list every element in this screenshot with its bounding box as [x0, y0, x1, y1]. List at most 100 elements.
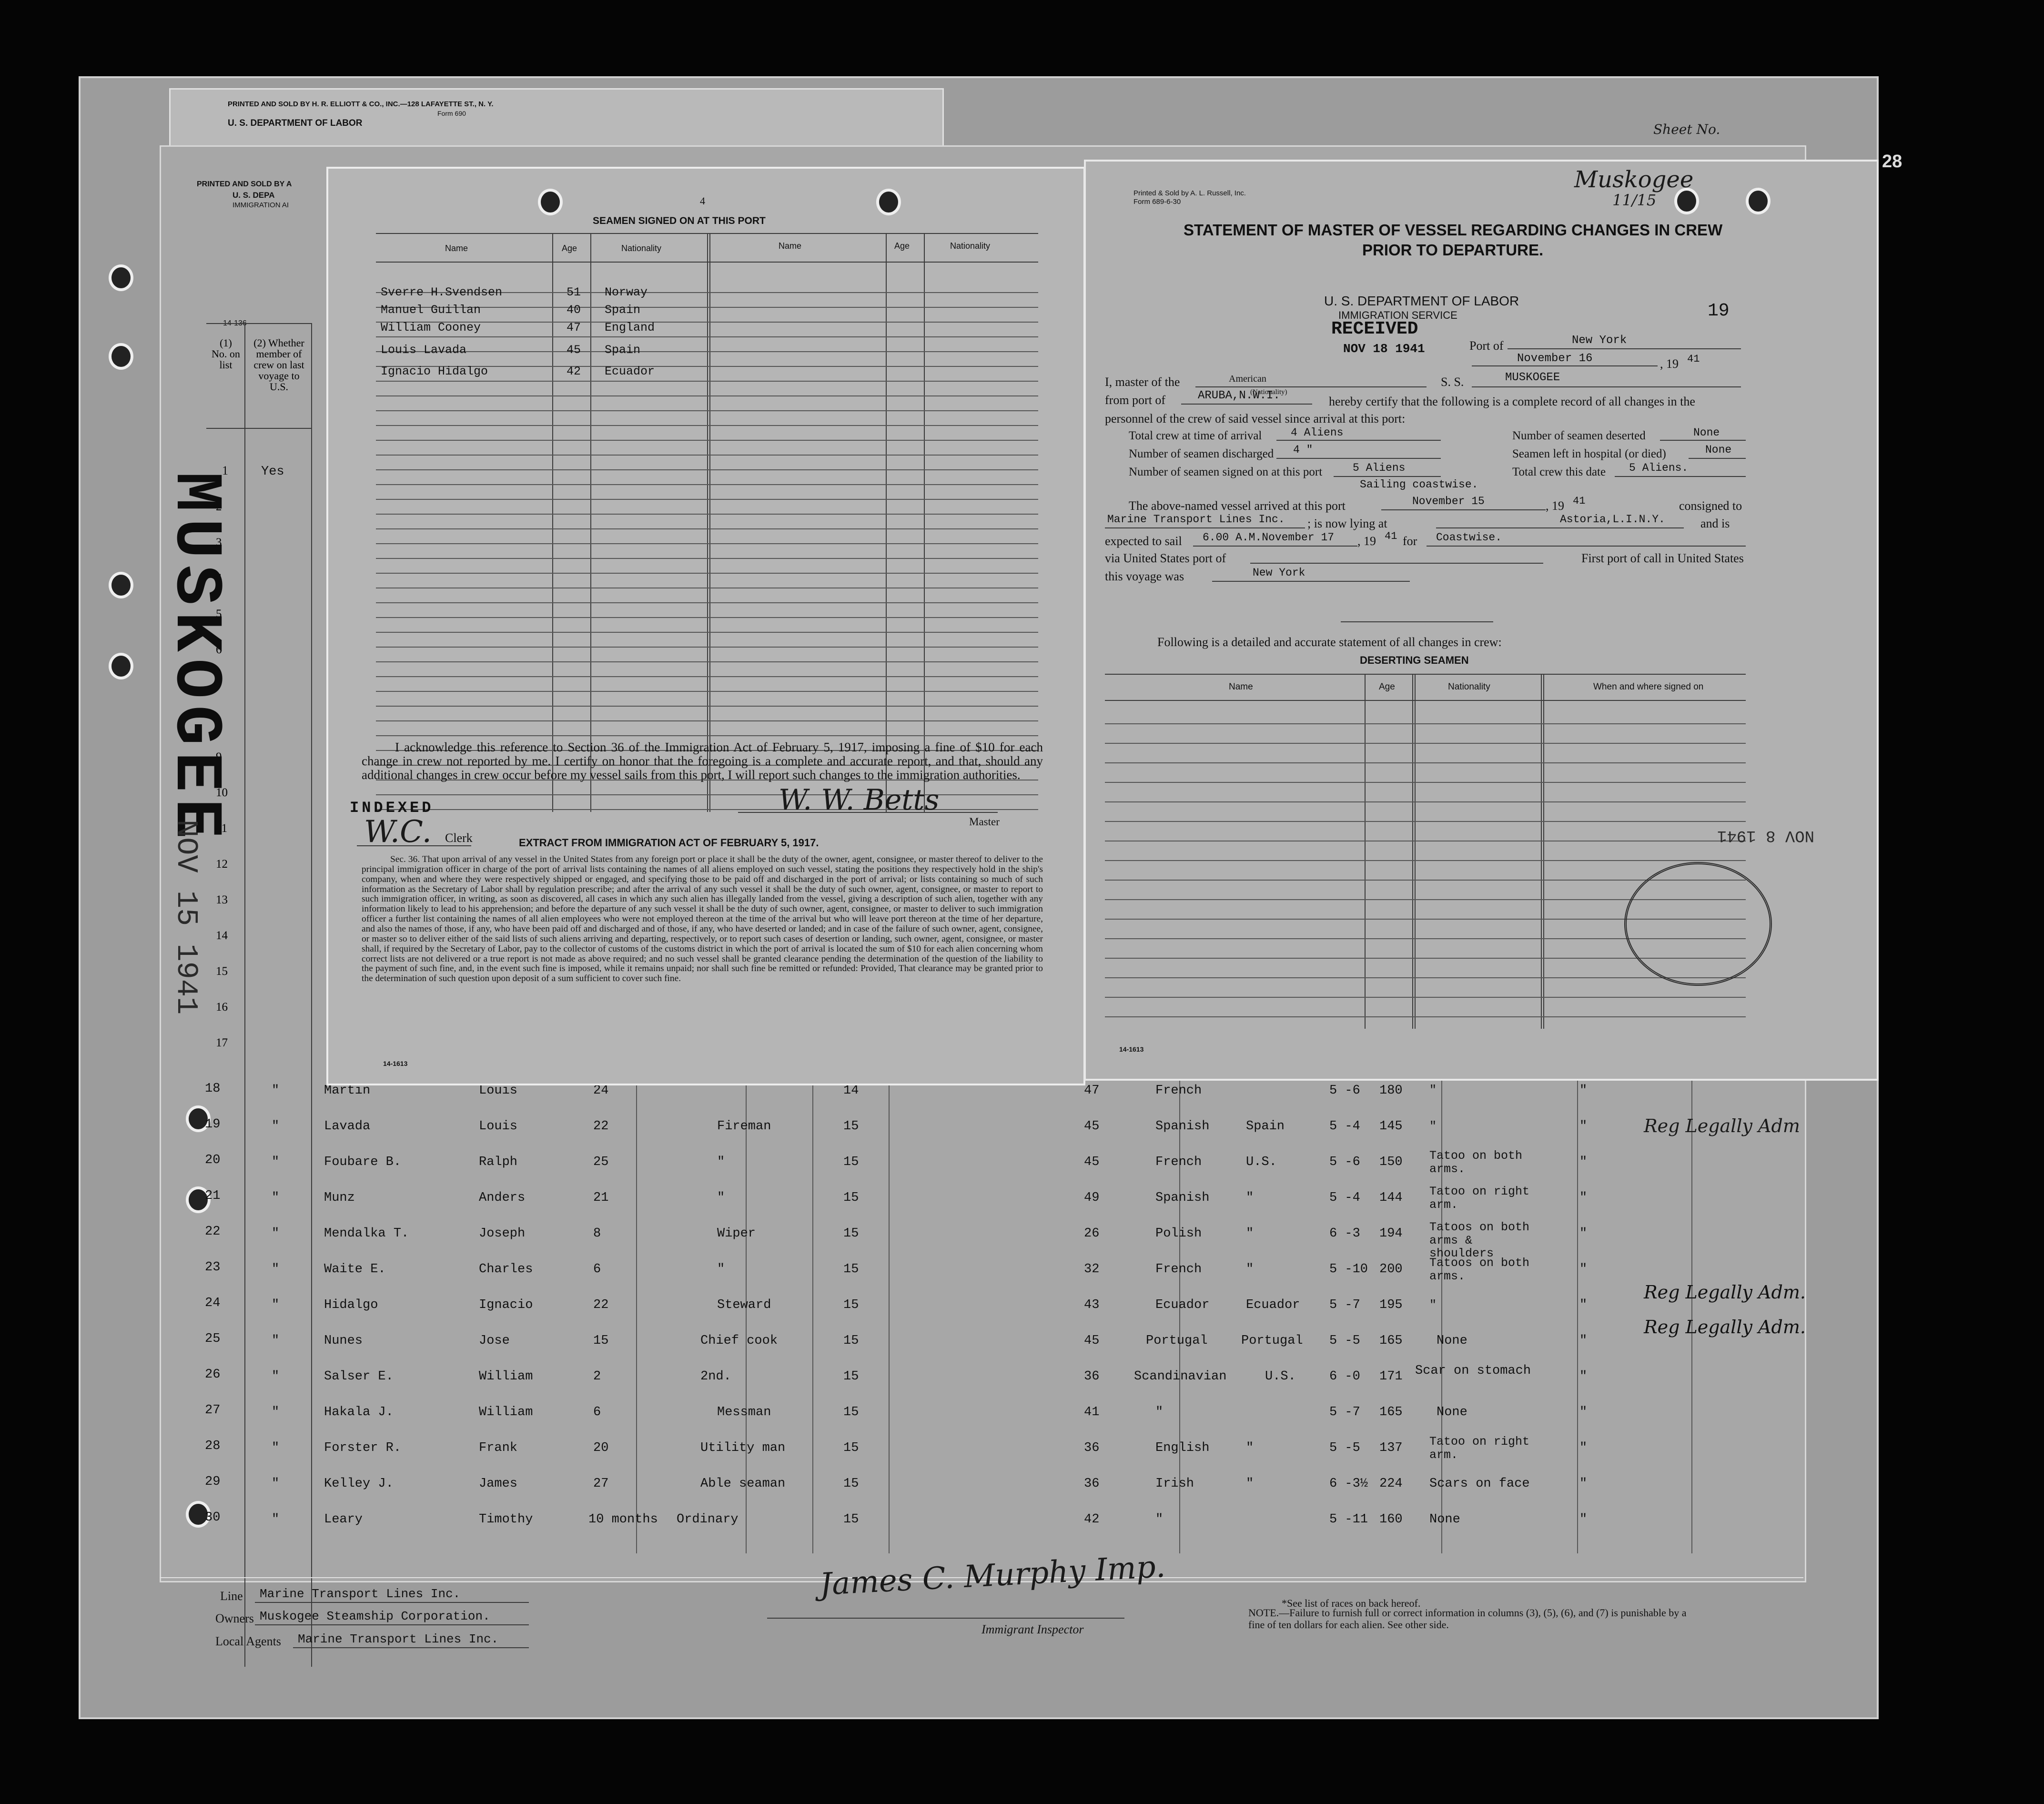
handwritten-ship: Muskogee: [1574, 166, 1694, 193]
row-years: 25: [593, 1155, 609, 1169]
inspector-label: Immigrant Inspector: [982, 1622, 1084, 1636]
acknowledgment-text: I acknowledge this reference to Section …: [362, 740, 1043, 782]
and-is-label: and is: [1700, 517, 1730, 530]
expected-label: expected to sail: [1105, 534, 1182, 548]
row-age: 26: [1084, 1226, 1100, 1241]
table-row: 26 " Salser E. William 2 2nd. 15 36 Scan…: [160, 1364, 1956, 1398]
total-date-label: Total crew this date: [1512, 466, 1606, 478]
row-weight: 194: [1379, 1226, 1403, 1241]
deserting-nationality-header: Nationality: [1448, 682, 1490, 692]
row-race: French: [1155, 1084, 1202, 1098]
row-prev-voyage: ": [272, 1405, 280, 1419]
seaman-name: Sverre H.Svendsen: [381, 285, 503, 299]
row-age: 36: [1084, 1441, 1100, 1455]
row-given-name: Louis: [479, 1119, 518, 1134]
col-nationality-header: Nationality: [950, 241, 991, 251]
extract-text: Sec. 36. That upon arrival of any vessel…: [362, 854, 1043, 984]
row-position: ": [717, 1155, 725, 1169]
row-prev-voyage: ": [272, 1262, 280, 1277]
row-height: 5 -4: [1329, 1119, 1360, 1134]
row-race: Irish: [1155, 1477, 1194, 1491]
seamen-signed-on-sheet: 4 SEAMEN SIGNED ON AT THIS PORT Name Age…: [326, 167, 1085, 1085]
row-prev-voyage: ": [272, 1298, 280, 1312]
row-surname: Mendalka T.: [324, 1226, 409, 1241]
row-age: 45: [1084, 1334, 1100, 1348]
row-month: 15: [843, 1119, 859, 1134]
row-number: 27: [205, 1403, 221, 1418]
hospital-label: Seamen left in hospital (or died): [1512, 447, 1666, 460]
row-age: 45: [1084, 1119, 1100, 1134]
row-number: 14: [216, 929, 228, 942]
row-surname: Leary: [324, 1512, 363, 1527]
row-weight: 200: [1379, 1262, 1403, 1277]
year-value: 41: [1687, 353, 1700, 365]
row-position: Able seaman: [700, 1477, 786, 1491]
row-admission-note: Reg Legally Adm.: [1644, 1282, 1806, 1303]
row-race: Scandinavian: [1134, 1369, 1227, 1384]
statement-department: U. S. DEPARTMENT OF LABOR: [1324, 294, 1519, 308]
round-stamp-date: NOV 8 1941: [1717, 826, 1815, 844]
discharged-value: 4 ": [1293, 444, 1313, 456]
row-prev-voyage: ": [272, 1477, 280, 1491]
row-number: 26: [205, 1368, 221, 1382]
row-month: 15: [843, 1512, 859, 1527]
row-month: 15: [843, 1226, 859, 1241]
row-extra: ": [1579, 1298, 1588, 1312]
row-given-name: Anders: [479, 1191, 526, 1205]
binder-hole: [109, 572, 133, 598]
row-height: 5 -5: [1329, 1441, 1360, 1455]
row-given-name: William: [479, 1369, 533, 1384]
row-weight: 137: [1379, 1441, 1403, 1455]
row1-crew-value: Yes: [261, 465, 284, 479]
row-height: 5 -7: [1329, 1405, 1360, 1419]
row-years: 24: [593, 1084, 609, 1098]
row-race: Spanish: [1155, 1191, 1210, 1205]
arrived-value: November 15: [1412, 495, 1485, 507]
row-weight: 171: [1379, 1369, 1403, 1384]
master-text: I, master of the: [1105, 375, 1180, 389]
row-prev-voyage: ": [272, 1191, 280, 1205]
row-height: 5 -4: [1329, 1191, 1360, 1205]
row-number: 25: [205, 1332, 221, 1346]
deserted-label: Number of seamen deserted: [1512, 429, 1646, 442]
row-race: ": [1155, 1512, 1164, 1527]
row-position: Wiper: [717, 1226, 756, 1241]
clerk-initials: W.C.: [364, 814, 432, 850]
row-extra: ": [1579, 1512, 1588, 1527]
row-nationality: Ecuador: [1246, 1298, 1300, 1312]
col-nationality-header: Nationality: [621, 243, 662, 253]
row-position: Utility man: [700, 1441, 786, 1455]
back-service: IMMIGRATION AI: [233, 201, 289, 209]
row-age: 32: [1084, 1262, 1100, 1277]
binder-hole: [109, 264, 133, 291]
corner-page-number: 28: [1882, 152, 1902, 172]
lying-label: ; is now lying at: [1307, 517, 1387, 530]
row-number: 30: [205, 1510, 221, 1525]
back-printer-line: PRINTED AND SOLD BY A: [197, 180, 292, 188]
row-surname: Munz: [324, 1191, 355, 1205]
statement-date: November 16: [1517, 352, 1593, 365]
first-port-label: First port of call in United States: [1581, 551, 1744, 565]
row-extra: ": [1579, 1441, 1588, 1455]
row-nationality: ": [1246, 1191, 1254, 1205]
row-race: ": [1155, 1405, 1164, 1419]
total-date-value: 5 Aliens.: [1629, 462, 1689, 474]
for-value: Coastwise.: [1436, 531, 1502, 544]
row-given-name: Louis: [479, 1084, 518, 1098]
row-extra: ": [1579, 1262, 1588, 1277]
row-given-name: William: [479, 1405, 533, 1419]
row-weight: 150: [1379, 1155, 1403, 1169]
row-marks: Scar on stomach: [1415, 1364, 1531, 1378]
deserting-age-header: Age: [1379, 682, 1395, 692]
discharged-label: Number of seamen discharged: [1129, 447, 1274, 460]
row-marks: Tatoos on both arms.: [1429, 1256, 1530, 1283]
row-height: 5 -5: [1329, 1334, 1360, 1348]
col2-header: (2) Whether member of crew on last voyag…: [253, 337, 304, 393]
row-years: 15: [593, 1334, 609, 1348]
row-marks: Tatoo on both arms.: [1429, 1149, 1523, 1176]
row-surname: Forster R.: [324, 1441, 402, 1455]
row-given-name: Timothy: [479, 1512, 533, 1527]
row-number: 12: [216, 858, 228, 871]
row-age: 47: [1084, 1084, 1100, 1098]
row-age: 36: [1084, 1477, 1100, 1491]
